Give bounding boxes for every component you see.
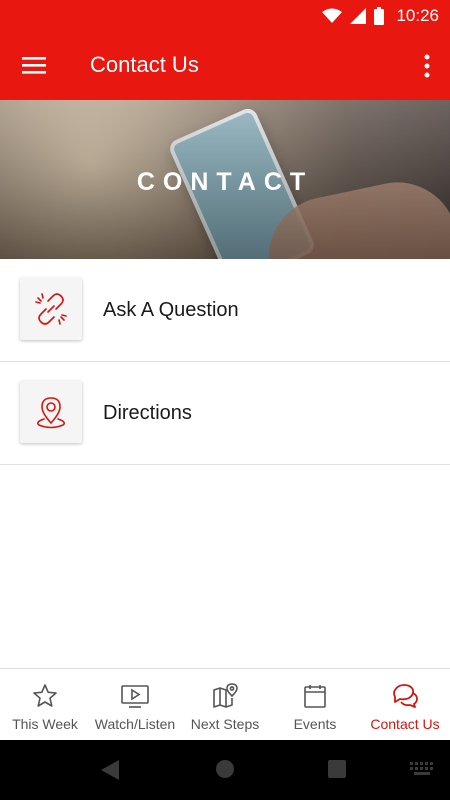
tab-label: Next Steps — [190, 716, 260, 732]
back-icon[interactable] — [100, 759, 120, 781]
tab-watch-listen[interactable]: Watch/Listen — [90, 669, 180, 741]
play-screen-icon — [121, 685, 149, 708]
system-navigation-bar — [0, 740, 450, 800]
map-icon — [213, 683, 238, 708]
status-bar: 10:26 — [0, 0, 450, 32]
calendar-icon — [304, 685, 326, 708]
wifi-icon — [322, 8, 342, 23]
signal-icon — [350, 8, 366, 24]
tab-label: Watch/Listen — [94, 716, 176, 732]
hero-banner: CONTACT — [0, 100, 450, 259]
status-time: 10:26 — [396, 6, 439, 25]
tab-label: This Week — [12, 716, 78, 732]
tab-events[interactable]: Events — [270, 669, 360, 741]
broken-link-icon — [20, 278, 82, 340]
list-item-ask-question[interactable]: Ask A Question — [0, 259, 450, 362]
star-icon — [33, 684, 57, 707]
list-item-label: Ask A Question — [103, 299, 239, 321]
list-item-label: Directions — [103, 402, 192, 424]
tab-label: Events — [293, 716, 337, 732]
home-icon[interactable] — [215, 759, 235, 779]
tab-this-week[interactable]: This Week — [0, 669, 90, 741]
list-item-directions[interactable]: Directions — [0, 362, 450, 465]
hamburger-menu-icon[interactable] — [22, 54, 48, 78]
more-vert-icon[interactable] — [422, 52, 432, 80]
bottom-tab-bar: This Week Watch/Listen Next Steps Events… — [0, 668, 450, 741]
recents-icon[interactable] — [327, 759, 347, 779]
status-icons — [322, 7, 384, 25]
page-title: Contact Us — [90, 52, 199, 77]
map-pin-icon — [20, 381, 82, 443]
app-bar: Contact Us — [0, 32, 450, 100]
tab-contact-us[interactable]: Contact Us — [360, 669, 450, 741]
chat-bubbles-icon — [393, 684, 418, 708]
keyboard-icon[interactable] — [410, 762, 434, 776]
tab-label: Contact Us — [370, 716, 440, 732]
battery-icon — [374, 7, 384, 25]
tab-next-steps[interactable]: Next Steps — [180, 669, 270, 741]
hero-title: CONTACT — [136, 168, 314, 196]
contact-options-list: Ask A Question Directions — [0, 259, 450, 465]
